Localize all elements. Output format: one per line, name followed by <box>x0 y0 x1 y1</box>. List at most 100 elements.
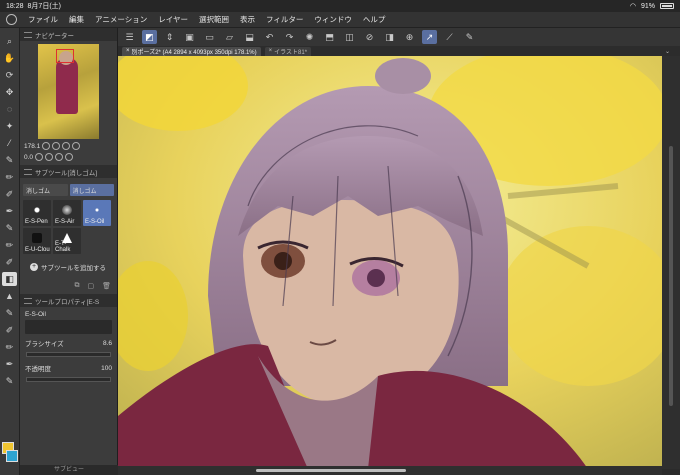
gallery-icon[interactable]: ▣ <box>182 30 197 44</box>
sub-color-swatch[interactable] <box>6 450 18 462</box>
undo-icon[interactable]: ↶ <box>262 30 277 44</box>
brush-label: E-T-Chalk <box>55 241 71 253</box>
ruler-icon[interactable]: ✒ <box>2 357 17 371</box>
navigator-preview[interactable] <box>38 44 99 139</box>
save-icon[interactable]: ⬓ <box>242 30 257 44</box>
horizontal-scrollbar[interactable] <box>118 466 662 475</box>
eyedropper-icon[interactable]: ⁄ <box>2 136 17 150</box>
menu-selection[interactable]: 選択範囲 <box>199 14 229 25</box>
subtool-title: サブツール[消しゴム] <box>35 169 98 177</box>
status-date: 8月7日(土) <box>27 3 61 10</box>
battery-percent: 91% <box>640 2 655 10</box>
rotate-right-icon[interactable] <box>45 153 54 161</box>
rotate-left-icon[interactable] <box>35 153 44 161</box>
opacity-slider[interactable] <box>26 377 111 382</box>
brush-size-slider[interactable] <box>26 352 111 357</box>
rotate-icon[interactable]: ⟳ <box>2 68 17 82</box>
subtool-tab-eraser-2[interactable]: 消しゴム <box>69 184 114 196</box>
gradient-icon[interactable]: ▲ <box>2 289 17 303</box>
brush-size-row: ブラシサイズ 8.6 <box>23 334 114 352</box>
edit-layer-icon[interactable]: ◩ <box>142 30 157 44</box>
canvas-artwork <box>118 56 662 469</box>
menu-icon[interactable]: ☰ <box>122 30 137 44</box>
menu-layer[interactable]: レイヤー <box>158 14 188 25</box>
brush-e-u-cloud[interactable]: E-U-Clou <box>23 228 51 254</box>
menu-window[interactable]: ウィンドウ <box>314 14 352 25</box>
magic-wand-icon[interactable]: ✦ <box>2 119 17 133</box>
stabilizer-icon[interactable]: ↗ <box>422 30 437 44</box>
menu-edit[interactable]: 編集 <box>69 14 84 25</box>
shape-icon[interactable]: ✎ <box>2 306 17 320</box>
text-icon[interactable]: ✐ <box>2 323 17 337</box>
invert-icon[interactable]: ◨ <box>382 30 397 44</box>
transform-icon[interactable]: ◫ <box>342 30 357 44</box>
zoom-in-icon[interactable] <box>52 142 61 150</box>
new-file-icon[interactable]: ▭ <box>202 30 217 44</box>
brush-e-t-chalk[interactable]: E-T-Chalk <box>53 228 81 254</box>
menu-animation[interactable]: アニメーション <box>95 14 147 25</box>
brush-e-s-air[interactable]: E-S-Air <box>53 200 81 226</box>
add-subtool-button[interactable]: + サブツールを追加する <box>20 256 117 278</box>
rotation-value[interactable]: 0.0 <box>24 154 33 161</box>
battery-icon <box>660 3 674 9</box>
menu-view[interactable]: 表示 <box>240 14 255 25</box>
canvas-tab-1[interactable]: × 別ポーズ2* (A4 2894 x 4093px 350dpi 178.1%… <box>122 46 261 56</box>
menu-filter[interactable]: フィルター <box>266 14 303 25</box>
pencil-icon[interactable]: ✏ <box>2 170 17 184</box>
subtool-tab-eraser-1[interactable]: 消しゴム <box>23 184 68 196</box>
fill-selection-icon[interactable]: ⬒ <box>322 30 337 44</box>
copy-icon[interactable]: ▢ <box>87 282 94 290</box>
flip-icon[interactable] <box>65 153 74 161</box>
pen-icon[interactable]: ✎ <box>2 153 17 167</box>
navigator-header[interactable]: ナビゲーター <box>20 28 117 41</box>
menu-file[interactable]: ファイル <box>28 14 58 25</box>
open-icon[interactable]: ▱ <box>222 30 237 44</box>
brush-e-s-pen[interactable]: E-S-Pen <box>23 200 51 226</box>
zoom-icon[interactable]: ⌕ <box>2 34 17 48</box>
tool-property-header[interactable]: ツールプロパティ[E-S <box>20 294 117 307</box>
deselect-icon[interactable]: ⊘ <box>362 30 377 44</box>
redo-icon[interactable]: ↷ <box>282 30 297 44</box>
frame-icon[interactable]: ✏ <box>2 340 17 354</box>
drawing-canvas[interactable] <box>118 56 662 469</box>
brush-e-s-oil[interactable]: E-S-Oil <box>83 200 111 226</box>
lasso-icon[interactable]: ◌ <box>2 102 17 116</box>
subtool-header[interactable]: サブツール[消しゴム] <box>20 165 117 178</box>
blend-icon[interactable]: ✏ <box>2 238 17 252</box>
zoom-value[interactable]: 178.1 <box>24 143 40 150</box>
close-icon[interactable]: × <box>269 48 273 54</box>
opacity-value[interactable]: 100 <box>101 365 112 372</box>
fill-icon[interactable]: ✐ <box>2 255 17 269</box>
canvas-tab-2[interactable]: × イラスト81* <box>264 46 312 56</box>
tool-property-box: E-S-Oil ブラシサイズ 8.6 不透明度 100 <box>20 307 117 386</box>
pen-setting-icon[interactable]: ✎ <box>462 30 477 44</box>
hand-icon[interactable]: ✋ <box>2 51 17 65</box>
scroll-thumb[interactable] <box>669 146 673 406</box>
delete-icon[interactable]: 🗑 <box>102 282 111 290</box>
close-icon[interactable]: × <box>126 48 130 54</box>
subview-label[interactable]: サブビュー <box>20 465 118 475</box>
airbrush-icon[interactable]: ✒ <box>2 204 17 218</box>
brush-size-value[interactable]: 8.6 <box>103 340 112 347</box>
line-icon[interactable]: ⟋ <box>442 30 457 44</box>
snap-icon[interactable]: ⊕ <box>402 30 417 44</box>
move-icon[interactable]: ✥ <box>2 85 17 99</box>
canvas-tab-label: イラスト81* <box>274 49 308 56</box>
navigator-viewport-frame[interactable] <box>56 49 74 63</box>
clear-icon[interactable]: ✺ <box>302 30 317 44</box>
app-logo-icon[interactable] <box>6 14 17 25</box>
chevron-down-icon[interactable]: ⌄ <box>665 48 670 55</box>
brush-icon[interactable]: ✐ <box>2 187 17 201</box>
vertical-scrollbar[interactable] <box>662 56 680 469</box>
decoration-icon[interactable]: ✎ <box>2 221 17 235</box>
scroll-thumb[interactable] <box>256 469 406 472</box>
duplicate-icon[interactable]: ⧉ <box>74 282 79 290</box>
eraser-icon[interactable]: ◧ <box>2 272 17 286</box>
menu-help[interactable]: ヘルプ <box>363 14 386 25</box>
correct-line-icon[interactable]: ✎ <box>2 374 17 388</box>
zoom-out-icon[interactable] <box>42 142 51 150</box>
reset-rotation-icon[interactable] <box>55 153 64 161</box>
toggle-icon[interactable]: ⇕ <box>162 30 177 44</box>
actual-size-icon[interactable] <box>72 142 81 150</box>
fit-icon[interactable] <box>62 142 71 150</box>
